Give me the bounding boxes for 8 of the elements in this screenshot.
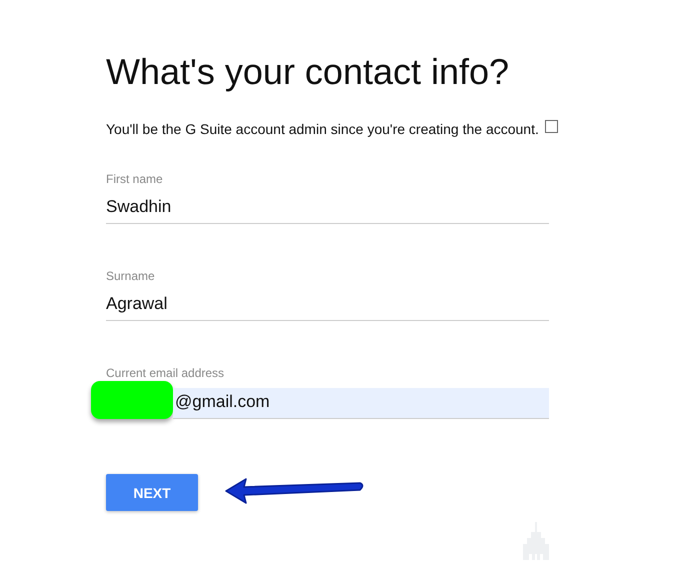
next-button[interactable]: NEXT <box>106 474 198 511</box>
field-label: Current email address <box>106 366 226 380</box>
page-heading: What's your contact info? <box>106 50 510 94</box>
field-label: Surname <box>106 269 156 283</box>
admin-note: You'll be the G Suite account admin since you're creating the account. <box>106 120 539 136</box>
input-field[interactable]: @gmail.com <box>173 388 549 418</box>
checkbox[interactable] <box>544 120 558 133</box>
field-label: First name <box>106 172 164 186</box>
